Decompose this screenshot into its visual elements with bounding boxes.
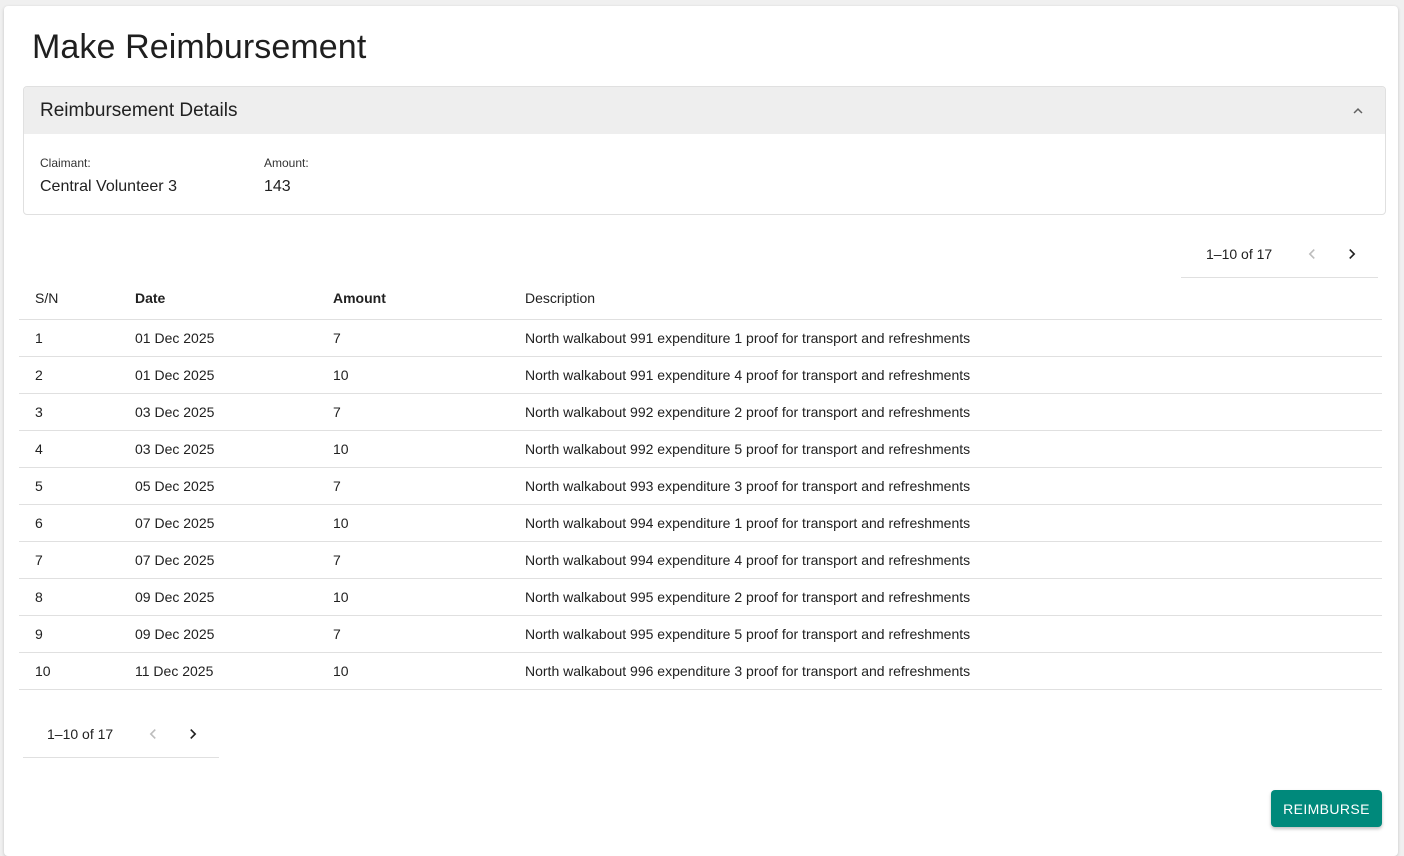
cell-amount: 7 xyxy=(317,541,509,579)
cell-amount: 7 xyxy=(317,393,509,431)
cell-amount: 10 xyxy=(317,504,509,542)
chevron-up-icon[interactable] xyxy=(1349,102,1367,120)
chevron-left-icon[interactable] xyxy=(1296,238,1328,270)
chevron-left-icon[interactable] xyxy=(137,718,169,750)
table-row: 10 11 Dec 2025 10 North walkabout 996 expen… xyxy=(19,652,1382,690)
pagination-top: 1–10 of 17 xyxy=(1181,230,1378,278)
cell-sn: 7 xyxy=(19,541,119,579)
cell-sn: 1 xyxy=(19,319,119,357)
cell-description: North walkabout 996 expenditure 3 proof … xyxy=(509,652,1382,690)
cell-amount: 10 xyxy=(317,652,509,690)
header-amount[interactable]: Amount xyxy=(317,278,509,320)
table-header-row: S/N Date Amount Description xyxy=(19,278,1382,320)
cell-sn: 2 xyxy=(19,356,119,394)
cell-sn: 10 xyxy=(19,652,119,690)
cell-amount: 10 xyxy=(317,430,509,468)
chevron-right-icon[interactable] xyxy=(177,718,209,750)
reimbursement-details-title: Reimbursement Details xyxy=(40,99,238,121)
amount-value: 143 xyxy=(264,178,291,195)
table-row: 2 01 Dec 2025 10 North walkabout 991 expend… xyxy=(19,356,1382,394)
cell-date: 05 Dec 2025 xyxy=(119,467,317,505)
cell-amount: 7 xyxy=(317,319,509,357)
cell-amount: 7 xyxy=(317,615,509,653)
cell-description: North walkabout 991 expenditure 1 proof … xyxy=(509,319,1382,357)
header-description: Description xyxy=(509,278,1382,320)
cell-description: North walkabout 992 expenditure 5 proof … xyxy=(509,430,1382,468)
page-title: Make Reimbursement xyxy=(32,28,367,66)
cell-date: 07 Dec 2025 xyxy=(119,541,317,579)
cell-sn: 6 xyxy=(19,504,119,542)
cell-sn: 8 xyxy=(19,578,119,616)
cell-description: North walkabout 992 expenditure 2 proof … xyxy=(509,393,1382,431)
chevron-right-icon[interactable] xyxy=(1336,238,1368,270)
reimbursement-items-table: S/N Date Amount Description 1 01 Dec 2025… xyxy=(19,278,1382,690)
cell-sn: 9 xyxy=(19,615,119,653)
table-row: 9 09 Dec 2025 7 North walkabout 995 expendi… xyxy=(19,615,1382,653)
cell-date: 03 Dec 2025 xyxy=(119,393,317,431)
table-row: 4 03 Dec 2025 10 North walkabout 992 expend… xyxy=(19,430,1382,468)
cell-amount: 7 xyxy=(317,467,509,505)
cell-date: 09 Dec 2025 xyxy=(119,578,317,616)
table-row: 8 09 Dec 2025 10 North walkabout 995 expend… xyxy=(19,578,1382,616)
claimant-value: Central Volunteer 3 xyxy=(40,178,177,195)
cell-date: 11 Dec 2025 xyxy=(119,652,317,690)
cell-sn: 5 xyxy=(19,467,119,505)
table-row: 3 03 Dec 2025 7 North walkabout 992 expendi… xyxy=(19,393,1382,431)
reimburse-button[interactable]: REIMBURSE xyxy=(1271,790,1382,827)
cell-description: North walkabout 994 expenditure 4 proof … xyxy=(509,541,1382,579)
cell-description: North walkabout 995 expenditure 5 proof … xyxy=(509,615,1382,653)
cell-date: 01 Dec 2025 xyxy=(119,356,317,394)
amount-label: Amount: xyxy=(264,156,309,170)
header-sn: S/N xyxy=(19,278,119,320)
cell-sn: 4 xyxy=(19,430,119,468)
amount-field: Amount: 143 xyxy=(264,156,309,196)
reimbursement-details-panel: Reimbursement Details Claimant: Central … xyxy=(23,86,1386,215)
table-row: 5 05 Dec 2025 7 North walkabout 993 expendi… xyxy=(19,467,1382,505)
cell-date: 03 Dec 2025 xyxy=(119,430,317,468)
cell-sn: 3 xyxy=(19,393,119,431)
table-row: 1 01 Dec 2025 7 North walkabout 991 expendi… xyxy=(19,319,1382,357)
cell-amount: 10 xyxy=(317,578,509,616)
header-date[interactable]: Date xyxy=(119,278,317,320)
pagination-range: 1–10 of 17 xyxy=(47,725,114,742)
table-body: 1 01 Dec 2025 7 North walkabout 991 expendi… xyxy=(19,319,1382,690)
cell-date: 09 Dec 2025 xyxy=(119,615,317,653)
cell-description: North walkabout 991 expenditure 4 proof … xyxy=(509,356,1382,394)
table-row: 6 07 Dec 2025 10 North walkabout 994 expend… xyxy=(19,504,1382,542)
cell-amount: 10 xyxy=(317,356,509,394)
claimant-field: Claimant: Central Volunteer 3 xyxy=(40,156,177,196)
pagination-range: 1–10 of 17 xyxy=(1206,245,1273,262)
reimbursement-details-body: Claimant: Central Volunteer 3 Amount: 14… xyxy=(24,134,1385,214)
cell-date: 01 Dec 2025 xyxy=(119,319,317,357)
pagination-bottom: 1–10 of 17 xyxy=(23,710,219,758)
cell-date: 07 Dec 2025 xyxy=(119,504,317,542)
claimant-label: Claimant: xyxy=(40,156,91,170)
cell-description: North walkabout 995 expenditure 2 proof … xyxy=(509,578,1382,616)
cell-description: North walkabout 993 expenditure 3 proof … xyxy=(509,467,1382,505)
reimbursement-details-header[interactable]: Reimbursement Details xyxy=(24,87,1385,134)
table-row: 7 07 Dec 2025 7 North walkabout 994 expendi… xyxy=(19,541,1382,579)
cell-description: North walkabout 994 expenditure 1 proof … xyxy=(509,504,1382,542)
